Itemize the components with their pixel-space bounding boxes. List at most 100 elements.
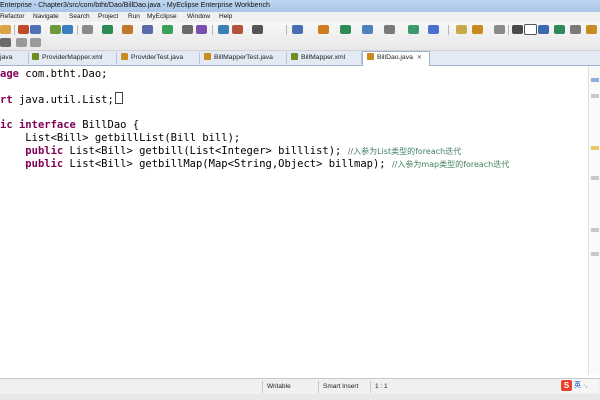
annotation-icon[interactable] xyxy=(512,25,523,34)
save-icon[interactable] xyxy=(30,25,41,34)
new-java-project-icon[interactable] xyxy=(162,25,173,34)
menu-project[interactable]: Project xyxy=(98,12,118,22)
annotation-marker[interactable] xyxy=(591,252,599,256)
keyword-token: public xyxy=(25,158,64,170)
code-text: java.util.List; xyxy=(12,94,114,106)
tab-label: BillMapperTest.java xyxy=(214,54,273,61)
annotation-marker[interactable] xyxy=(591,78,599,82)
ime-indicator[interactable]: S 英 ·, xyxy=(560,379,598,393)
code-text: List<Bill> getbillList(Bill bill); xyxy=(0,132,241,144)
external-tools-icon[interactable] xyxy=(142,25,153,34)
search-icon[interactable] xyxy=(232,25,243,34)
open-task-icon[interactable] xyxy=(252,25,263,34)
code-text: List<Bill> getbill(List<Integer> billlis… xyxy=(63,145,348,157)
annotation-marker[interactable] xyxy=(591,176,599,180)
menu-bar: Refactor Navigate Search Project Run MyE… xyxy=(0,12,600,22)
forward-icon[interactable] xyxy=(570,25,581,34)
new-icon[interactable] xyxy=(0,25,11,34)
menu-myeclipse[interactable]: MyEclipse xyxy=(147,12,177,22)
menu-run[interactable]: Run xyxy=(128,12,140,22)
back-icon[interactable] xyxy=(554,25,565,34)
code-line-interface: ic interface BillDao { xyxy=(0,119,139,131)
annotation-marker[interactable] xyxy=(591,94,599,98)
status-insert-mode: Smart Insert xyxy=(318,381,371,393)
run-last-icon[interactable] xyxy=(318,25,329,34)
tab-label: ProviderTest.java xyxy=(131,54,184,61)
menu-window[interactable]: Window xyxy=(187,12,210,22)
status-bar: Writable Smart Insert 1 : 1 xyxy=(0,378,600,395)
close-icon[interactable]: ✕ xyxy=(417,55,422,61)
next-annotation-icon[interactable] xyxy=(538,25,549,34)
server-icon[interactable] xyxy=(82,25,93,34)
nav-back-icon[interactable] xyxy=(16,38,27,47)
code-line-package: age com.btht.Dao; xyxy=(0,68,107,80)
status-writable: Writable xyxy=(262,381,319,393)
external-icon[interactable] xyxy=(384,25,395,34)
run-icon[interactable] xyxy=(102,25,113,34)
new-web-project-icon[interactable] xyxy=(408,25,419,34)
coverage-icon[interactable] xyxy=(362,25,373,34)
play-icon[interactable] xyxy=(340,25,351,34)
tab-label: BillDao.java xyxy=(377,54,413,61)
keyword-token: age xyxy=(0,68,19,80)
annotation-marker[interactable] xyxy=(591,228,599,232)
toolbar-separator xyxy=(508,25,509,35)
toolbar-separator xyxy=(77,25,78,35)
keyword-token: rt xyxy=(0,94,13,106)
sogou-logo-icon: S xyxy=(561,380,572,391)
keyword-token: public xyxy=(25,145,64,157)
tab-provider-test-java[interactable]: ProviderTest.java xyxy=(117,52,200,64)
tab-bill-dao-java[interactable]: BillDao.java ✕ xyxy=(362,51,430,66)
perspective-icon[interactable] xyxy=(586,25,597,34)
code-comment: //入参为map类型的foreach迭代 xyxy=(391,160,510,169)
toolbar-separator xyxy=(448,25,449,35)
xml-file-icon xyxy=(32,53,39,60)
open-perspective-icon[interactable] xyxy=(18,25,29,34)
tab-java[interactable]: java xyxy=(0,52,29,64)
code-line-method-1: List<Bill> getbillList(Bill bill); xyxy=(0,132,240,144)
ime-language: 英 ·, xyxy=(574,382,588,389)
menu-search[interactable]: Search xyxy=(69,12,90,22)
folder-icon[interactable] xyxy=(456,25,467,34)
code-line-method-3: public List<Bill> getbillMap(Map<String,… xyxy=(0,158,509,171)
toolbar-separator xyxy=(286,25,287,35)
tab-provider-mapper-xml[interactable]: ProviderMapper.xml xyxy=(28,52,117,64)
toolbar-separator xyxy=(14,25,15,35)
globe-icon[interactable] xyxy=(428,25,439,34)
open-type-icon[interactable] xyxy=(218,25,229,34)
nav-forward-icon[interactable] xyxy=(30,38,41,47)
text-cursor xyxy=(114,92,123,104)
menu-navigate[interactable]: Navigate xyxy=(33,12,59,22)
xml-file-icon xyxy=(291,53,298,60)
tab-bill-mapper-xml[interactable]: BillMapper.xml xyxy=(287,52,362,64)
keyword-token: interface xyxy=(18,119,76,131)
annotation-marker[interactable] xyxy=(591,146,599,150)
code-text: com.btht.Dao; xyxy=(18,68,108,80)
tab-label: java xyxy=(0,54,13,61)
code-editor[interactable]: age com.btht.Dao; rt java.util.List; ic … xyxy=(0,66,580,375)
toggle-mark-icon[interactable] xyxy=(524,24,537,35)
debug-icon[interactable] xyxy=(122,25,133,34)
bottom-strip xyxy=(0,394,600,400)
tab-bill-mapper-test-java[interactable]: BillMapperTest.java xyxy=(200,52,287,64)
build-icon[interactable] xyxy=(50,25,61,34)
toolbar-separator xyxy=(212,25,213,35)
overview-ruler[interactable] xyxy=(588,66,600,375)
tab-label: BillMapper.xml xyxy=(301,54,346,61)
tab-label: ProviderMapper.xml xyxy=(42,54,103,61)
menu-refactor[interactable]: Refactor xyxy=(0,12,25,22)
java-file-icon xyxy=(204,53,211,60)
history-icon[interactable] xyxy=(0,38,11,47)
new-class-icon[interactable] xyxy=(196,25,207,34)
new-package-icon[interactable] xyxy=(182,25,193,34)
task-icon[interactable] xyxy=(494,25,505,34)
main-toolbar xyxy=(0,22,600,51)
deploy-icon[interactable] xyxy=(62,25,73,34)
menu-help[interactable]: Help xyxy=(219,12,232,22)
status-cursor-position: 1 : 1 xyxy=(370,381,425,393)
code-text: List<Bill> getbillMap(Map<String,Object>… xyxy=(63,158,392,170)
refresh-icon[interactable] xyxy=(292,25,303,34)
java-file-icon xyxy=(121,53,128,60)
code-comment: //入参为List类型的foreach迭代 xyxy=(347,147,462,156)
pencil-icon[interactable] xyxy=(472,25,483,34)
